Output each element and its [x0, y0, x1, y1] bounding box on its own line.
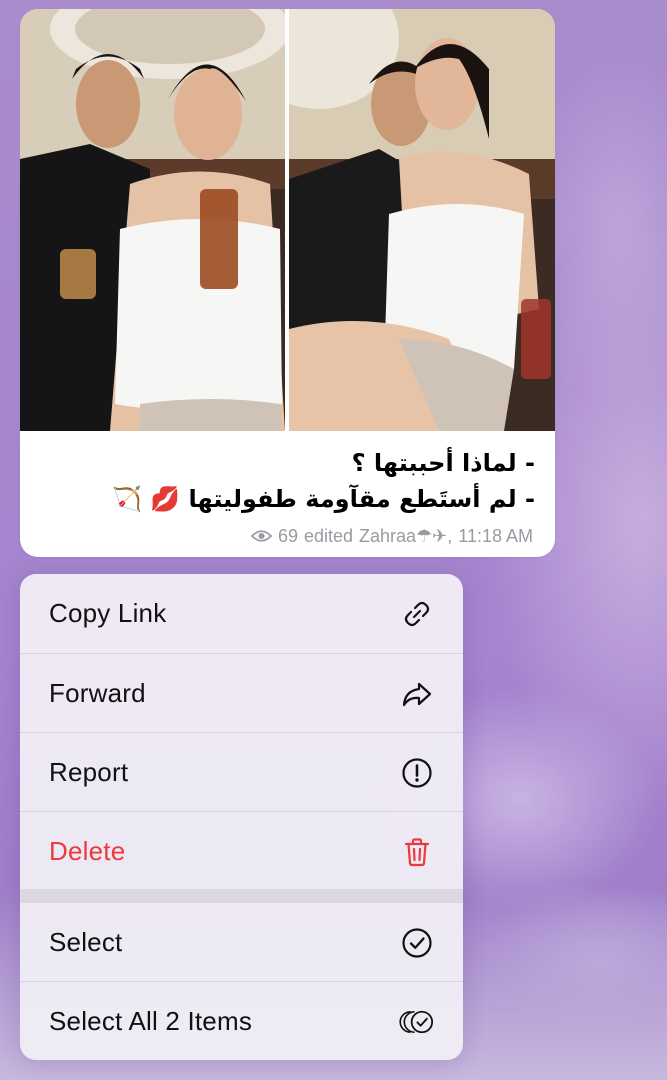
message-photo-right[interactable]: [289, 9, 555, 431]
message-caption: - لماذا أحببتها ؟ - لم أستَطع مقآومة طفو…: [36, 445, 535, 517]
context-menu: Copy Link Forward Report Delete Select S…: [20, 574, 463, 1060]
message-time: 11:18 AM: [458, 525, 533, 546]
exclamation-circle-icon: [399, 755, 435, 791]
message-photo-left[interactable]: [20, 9, 285, 431]
menu-item-label: Report: [49, 757, 129, 787]
eye-icon: [250, 530, 272, 542]
view-count: 69: [277, 525, 298, 546]
menu-item-label: Select All 2 Items: [49, 1006, 253, 1036]
select-all-button[interactable]: Select All 2 Items: [20, 982, 463, 1060]
forward-button[interactable]: Forward: [20, 654, 463, 733]
message-bubble[interactable]: - لماذا أحببتها ؟ - لم أستَطع مقآومة طفو…: [20, 9, 555, 557]
select-button[interactable]: Select: [20, 903, 463, 982]
link-icon: [399, 596, 435, 632]
menu-item-label: Select: [49, 927, 123, 957]
report-button[interactable]: Report: [20, 733, 463, 812]
forward-arrow-icon: [399, 676, 435, 712]
author-name: Zahraa☂✈,: [359, 525, 453, 546]
menu-section-separator: [20, 889, 463, 903]
multi-checkmark-circle-icon: [399, 1004, 435, 1040]
caption-line-2: - لم أستَطع مقآومة طفوليتها 💋 🏹: [112, 485, 535, 513]
delete-button[interactable]: Delete: [20, 812, 463, 891]
edited-label: edited: [303, 525, 354, 546]
trash-icon: [399, 834, 435, 870]
copy-link-button[interactable]: Copy Link: [20, 574, 463, 653]
caption-line-1: - لماذا أحببتها ؟: [351, 449, 535, 477]
menu-item-label: Delete: [49, 836, 126, 866]
checkmark-circle-icon: [399, 925, 435, 961]
message-meta: 69 edited Zahraa☂✈, 11:18 AM: [250, 525, 533, 547]
menu-item-label: Copy Link: [49, 598, 167, 628]
menu-item-label: Forward: [49, 678, 146, 708]
